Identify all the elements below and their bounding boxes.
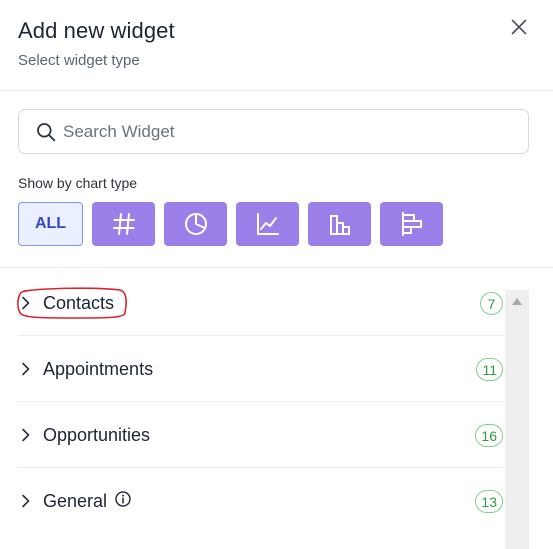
dialog-subtitle: Select widget type: [18, 52, 140, 69]
bar-chart-icon: [329, 215, 350, 235]
category-label: General: [43, 491, 108, 511]
horizontal-bar-chart-icon: [401, 212, 422, 236]
count-badge: 13: [475, 490, 503, 513]
chevron-right-icon: [21, 270, 31, 336]
dialog-header: Add new widget Select widget type: [0, 0, 553, 91]
close-button[interactable]: [506, 14, 532, 40]
category-row-appointments[interactable]: Appointments 11: [18, 336, 503, 402]
filter-line-button[interactable]: [236, 202, 299, 246]
chart-type-filter: ALL: [18, 202, 443, 246]
number-icon: [112, 213, 135, 235]
close-icon: [511, 19, 527, 35]
search-icon: [35, 121, 57, 143]
section-divider: [0, 267, 553, 268]
category-label: Contacts: [43, 293, 115, 313]
filter-bar-button[interactable]: [308, 202, 371, 246]
category-label: Opportunities: [43, 425, 151, 445]
scrollbar[interactable]: [505, 290, 529, 549]
category-label: Appointments: [43, 359, 154, 379]
count-badge: 7: [480, 292, 503, 315]
info-icon[interactable]: [114, 490, 132, 508]
filter-all-button[interactable]: ALL: [18, 202, 83, 246]
dialog-title: Add new widget: [18, 18, 175, 43]
line-chart-icon: [256, 213, 279, 235]
category-row-general[interactable]: General 13: [18, 468, 503, 534]
widget-category-list: Contacts 7 Appointments 11 Opportunities…: [18, 270, 503, 534]
scroll-up-button[interactable]: [505, 290, 529, 312]
search-box[interactable]: [18, 109, 529, 154]
filter-pie-button[interactable]: [164, 202, 227, 246]
triangle-up-icon: [512, 297, 522, 305]
filter-horizontal-bar-button[interactable]: [380, 202, 443, 246]
chart-type-label: Show by chart type: [18, 175, 138, 191]
chevron-right-icon: [21, 402, 31, 468]
count-badge: 11: [476, 358, 503, 381]
chevron-right-icon: [21, 336, 31, 402]
category-row-contacts[interactable]: Contacts 7: [18, 270, 503, 336]
chevron-right-icon: [21, 468, 31, 534]
filter-number-button[interactable]: [92, 202, 155, 246]
search-input[interactable]: [63, 121, 503, 142]
category-row-opportunities[interactable]: Opportunities 16: [18, 402, 503, 468]
count-badge: 16: [475, 424, 503, 447]
pie-chart-icon: [184, 213, 207, 235]
